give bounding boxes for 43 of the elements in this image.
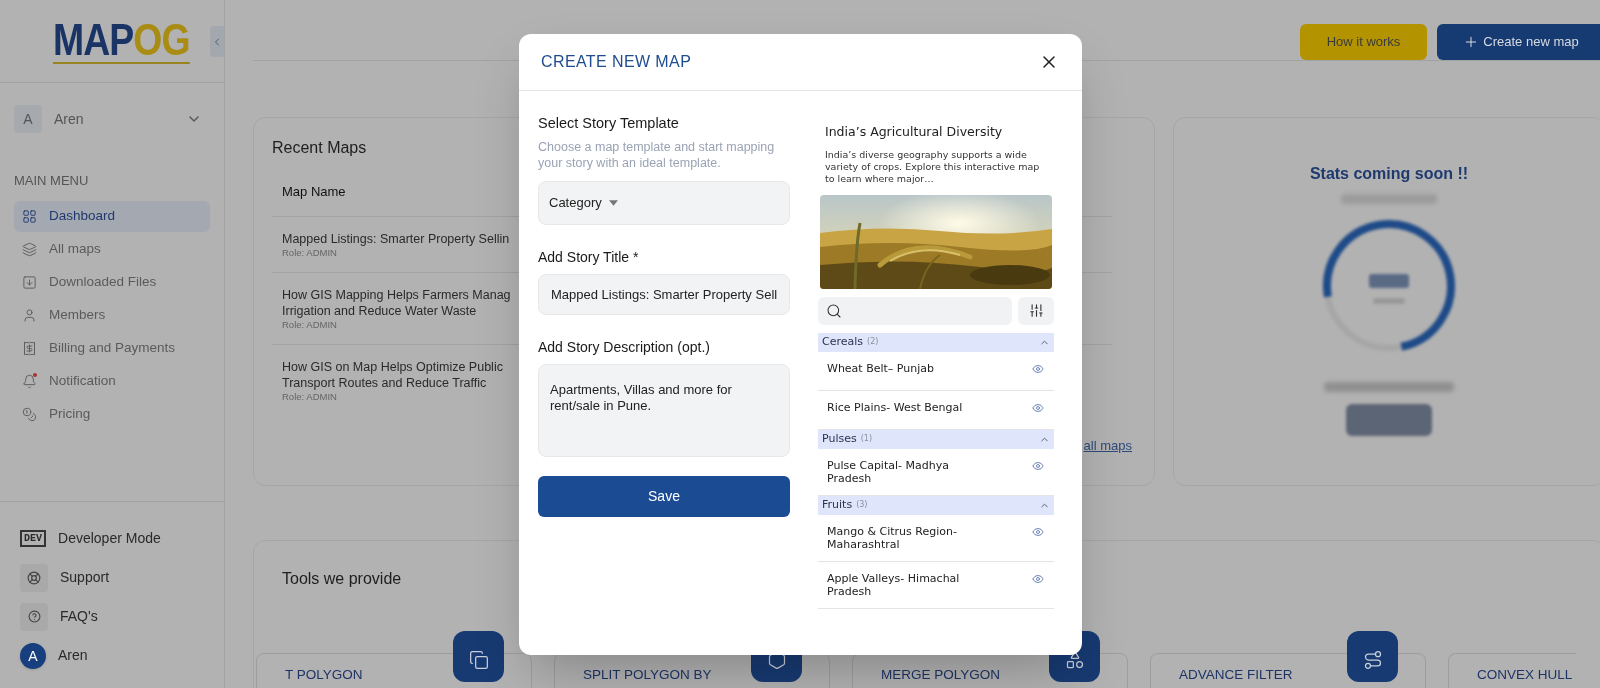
template-item[interactable]: Wheat Belt– Punjab (827, 361, 977, 375)
template-item[interactable]: Apple Valleys- Himachal Pradesh (827, 571, 977, 598)
section-heading: Select Story Template (538, 114, 680, 133)
avatar: A (20, 642, 46, 669)
card-title: Recent Maps (272, 138, 367, 158)
role-label: Role: ADMIN (282, 318, 337, 330)
category-dropdown[interactable]: Category (538, 180, 790, 225)
preview-title: India’s Agricultural Diversity (825, 123, 1004, 141)
map-title[interactable]: How GIS Mapping Helps Farmers Manag Irrigation and Reduce Water Waste (282, 286, 511, 319)
menu-heading: MAIN MENU (14, 172, 90, 190)
view-all-link[interactable]: all maps (1083, 435, 1132, 455)
dev-badge: DEV (20, 530, 46, 547)
how-it-works-button[interactable]: How it works (1300, 24, 1427, 60)
tool-card[interactable]: CONVEX HULL (1448, 653, 1576, 688)
avatar: A (14, 105, 42, 133)
user-name: Aren (54, 110, 85, 129)
template-item[interactable]: Pulse Capital- Madhya Pradesh (827, 458, 977, 485)
field-label: Add Story Title * (538, 247, 640, 267)
template-item[interactable]: Mango & Citrus Region- Maharashtral (827, 524, 977, 551)
group-header[interactable]: Cereals (2) (818, 332, 1054, 352)
map-title[interactable]: How GIS on Map Helps Optimize Public Transport Routes and Reduce Traffic (282, 358, 503, 391)
field-label: Add Story Description (opt.) (538, 337, 711, 357)
preview-text: India’s diverse geography supports a wide variety of crops. Explore this interactive map to learn where major… (825, 148, 1041, 185)
save-button[interactable]: Save (538, 475, 790, 517)
role-label: Role: ADMIN (282, 390, 337, 402)
logo: MAPOG (53, 18, 190, 64)
sidebar-link[interactable]: DEV Developer Mode (20, 524, 204, 553)
sidebar-link[interactable]: Support (20, 563, 204, 592)
description-field[interactable]: Apartments, Villas and more for rent/sale in Pune. (538, 363, 790, 457)
card-title: Tools we provide (282, 569, 402, 589)
template-item[interactable]: Rice Plains- West Bengal (827, 400, 977, 414)
sidebar-link[interactable]: FAQ's (20, 602, 204, 631)
title-field[interactable]: Mapped Listings: Smarter Property Sell (538, 273, 790, 315)
create-map-button[interactable]: Create new map (1437, 24, 1600, 60)
menu-item[interactable]: Dashboard (14, 200, 210, 232)
stats-title: Stats coming soon !! (1309, 164, 1469, 184)
sidebar-link[interactable]: A Aren (20, 641, 204, 670)
map-title[interactable]: Mapped Listings: Smarter Property Sellin (282, 230, 510, 247)
role-label: Role: ADMIN (282, 246, 337, 258)
user-switcher[interactable]: A Aren (14, 105, 210, 133)
hint-text: Choose a map template and start mapping your story with an ideal template. (538, 138, 776, 171)
modal-title: CREATE NEW MAP (541, 52, 692, 72)
column-header: Map Name (282, 183, 346, 201)
